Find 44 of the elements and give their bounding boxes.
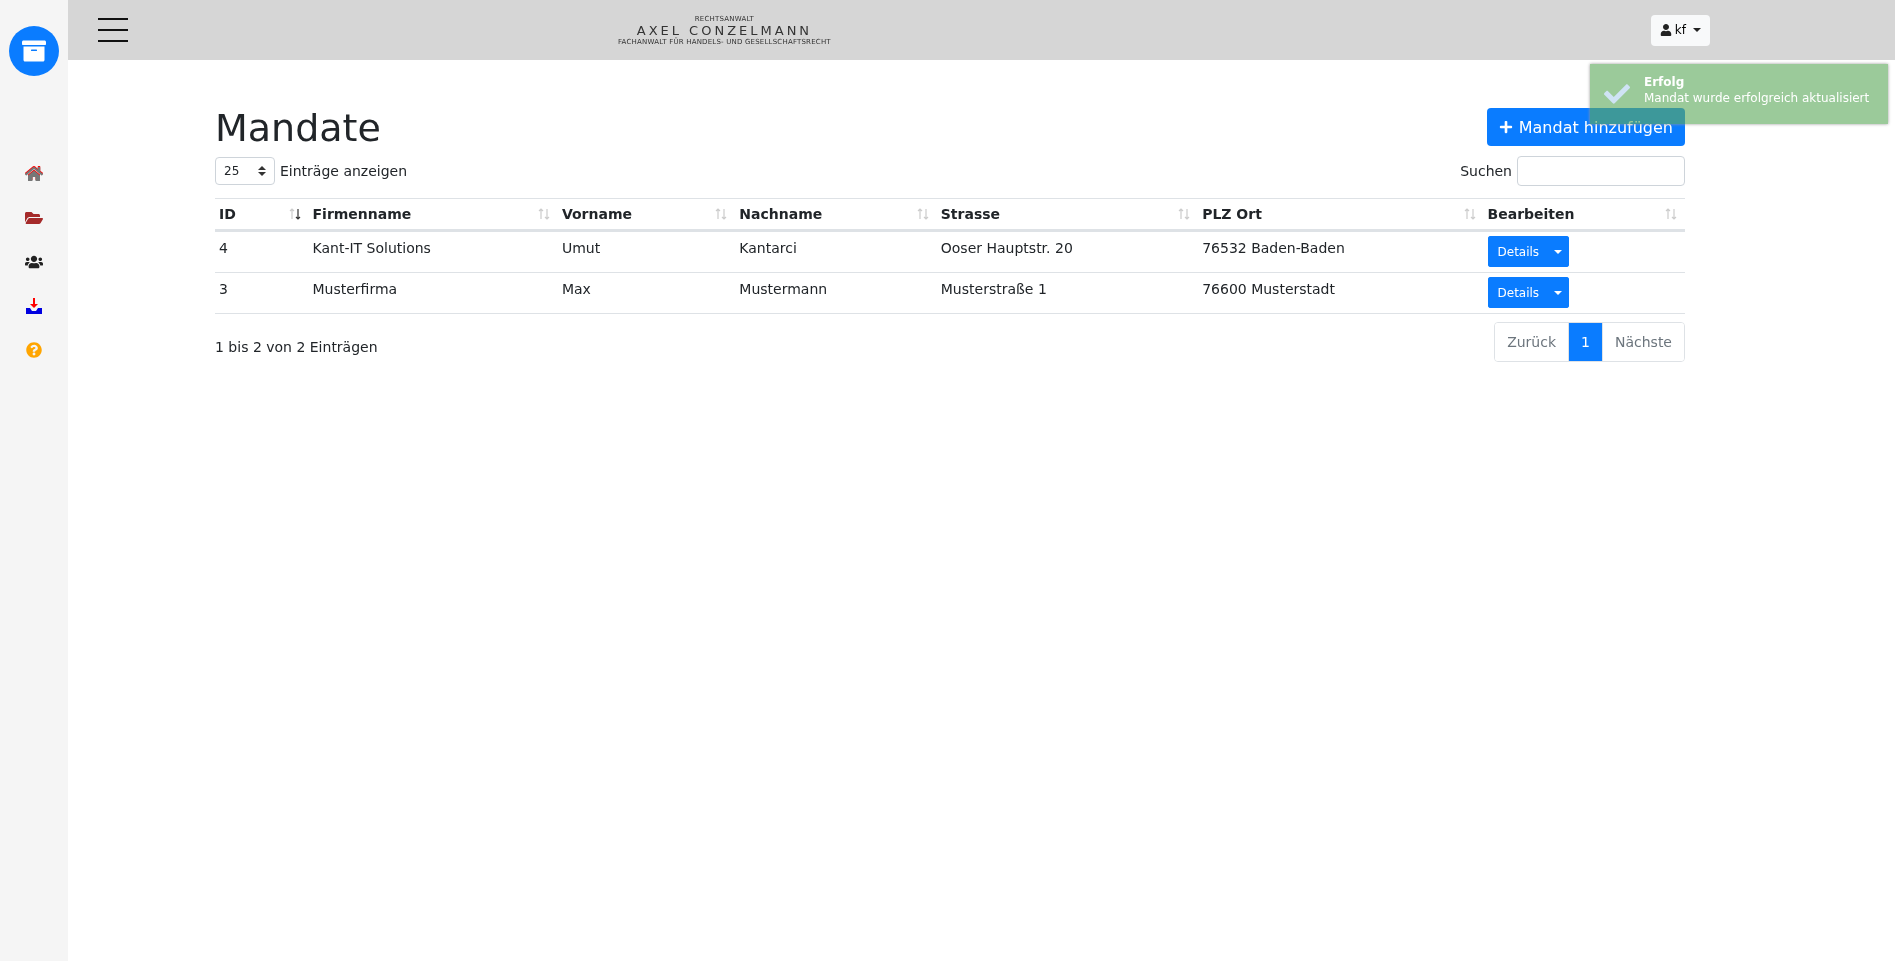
check-icon <box>1604 81 1630 107</box>
table-cell: 4 <box>219 240 228 256</box>
table-cell: Kantarci <box>739 240 797 256</box>
column-header[interactable]: PLZ Ort <box>1202 206 1262 222</box>
column-header[interactable]: Nachname <box>739 206 823 222</box>
table-cell: Mustermann <box>739 281 828 297</box>
table-cell: 76532 Baden-Baden <box>1202 240 1345 256</box>
table-cell: Umut <box>561 240 601 256</box>
app-logo[interactable] <box>9 26 59 76</box>
column-header[interactable]: ID <box>219 206 236 222</box>
table-info: 1 bis 2 von 2 Einträgen <box>215 339 378 355</box>
folder-icon <box>25 209 43 227</box>
menu-button[interactable] <box>98 18 128 42</box>
plus-icon <box>1498 120 1513 134</box>
home-icon <box>25 165 43 183</box>
column-header[interactable]: Strasse <box>940 206 1001 222</box>
search-label: Suchen <box>1460 163 1512 179</box>
sidebar-item[interactable] <box>23 295 45 317</box>
column-header[interactable]: Vorname <box>561 206 632 222</box>
download-tray-icon <box>25 297 43 315</box>
column-header[interactable]: Bearbeiten <box>1487 206 1575 222</box>
table-cell: Ooser Hauptstr. 20 <box>940 240 1073 256</box>
page-size-label: Einträge anzeigen <box>280 163 408 179</box>
page-button[interactable]: Nächste <box>1601 323 1684 361</box>
table-cell: Musterstraße 1 <box>940 281 1047 297</box>
table-cell: Kant-IT Solutions <box>312 240 431 256</box>
table-cell: 76600 Musterstadt <box>1202 281 1335 297</box>
user-menu-button[interactable]: kf <box>1650 14 1710 46</box>
table-cell: 3 <box>219 281 228 297</box>
table-cell: Max <box>561 281 591 297</box>
page-button[interactable]: 1 <box>1568 323 1602 361</box>
page-size-select[interactable]: 25 <box>215 157 275 185</box>
logo-name: AXEL CONZELMANN <box>636 22 813 38</box>
toast-title: Erfolg <box>1644 75 1686 89</box>
user-icon <box>1659 24 1672 36</box>
column-header[interactable]: Firmenname <box>312 206 412 222</box>
toast-message: Mandat wurde erfolgreich aktualisiert <box>1644 91 1870 105</box>
page-title: Mandate <box>215 106 381 150</box>
updown-icon <box>258 166 266 176</box>
help-icon <box>26 342 42 358</box>
users-icon <box>25 253 43 271</box>
add-button[interactable]: Mandat hinzufügen <box>1486 108 1685 146</box>
table-cell: Musterfirma <box>312 281 398 297</box>
search-field[interactable] <box>1517 156 1685 186</box>
